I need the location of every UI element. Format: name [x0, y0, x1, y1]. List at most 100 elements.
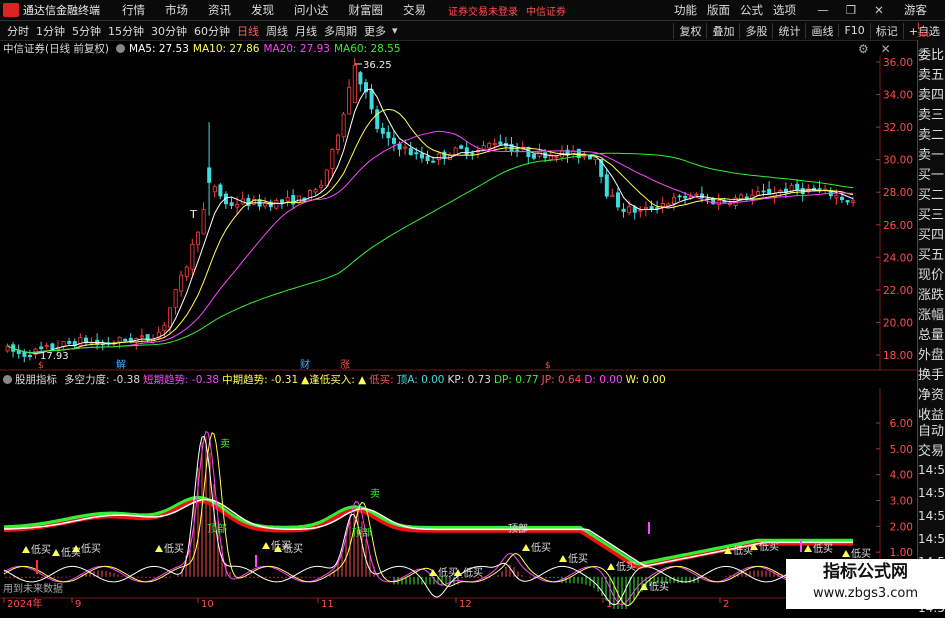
indicator-time-1: 14:56: [918, 486, 945, 500]
candle-body: [761, 190, 766, 193]
low-buy-signal: 低买: [164, 542, 184, 555]
red-marker: [36, 560, 38, 574]
candle-body: [655, 207, 660, 210]
candle-body: [632, 206, 637, 213]
candle-body: [324, 169, 329, 187]
side-panel-15: 外盘: [918, 348, 945, 363]
side-panel-13: 涨幅: [918, 308, 945, 323]
candle-body: [274, 200, 279, 209]
low-price-label: 17.93: [40, 351, 69, 362]
buy-triangle: [262, 542, 270, 549]
indicator-tick-label: 1.00: [890, 547, 913, 559]
side-panel-19[interactable]: 自动: [918, 422, 945, 442]
low-buy-signal: 低买: [81, 542, 101, 555]
candle-body: [369, 89, 374, 110]
side-panel-3: 卖三: [918, 108, 945, 123]
date-tick-label: 10: [201, 599, 214, 609]
future-data-note: 用到未来数据: [3, 582, 63, 595]
candle-body: [481, 145, 486, 150]
candle-body: [795, 183, 800, 190]
ma60-line: [7, 152, 854, 354]
side-panel-20[interactable]: 交易: [918, 442, 945, 462]
low-buy-signal: 低买: [438, 566, 458, 579]
candle-body: [319, 184, 324, 188]
candle-body: [470, 152, 475, 155]
buy-triangle: [842, 550, 850, 557]
candle-body: [207, 167, 212, 183]
price-tick-label: 32.00: [883, 122, 913, 134]
low-buy-signal: 低买: [733, 544, 753, 557]
jie-marker: 解: [116, 358, 126, 371]
ma20-line: [7, 130, 854, 354]
ma5-line: [7, 88, 854, 354]
candle-body: [50, 343, 55, 350]
price-tick-label: 28.00: [883, 187, 913, 199]
kline-chart[interactable]: 36.0034.0032.0030.0028.0026.0024.0022.00…: [0, 0, 917, 609]
low-buy-signal: 低买: [813, 542, 833, 555]
candle-body: [610, 194, 615, 198]
low-buy-signal: 低买: [616, 560, 636, 573]
candle-body: [279, 199, 284, 203]
buy-triangle: [804, 545, 812, 552]
candle-body: [408, 148, 413, 156]
buy-triangle: [640, 583, 648, 590]
candle-body: [352, 64, 357, 104]
candle-body: [67, 341, 72, 344]
low-buy-signal: 低买: [463, 566, 483, 579]
candle-body: [677, 195, 682, 198]
candle-body: [431, 160, 436, 163]
side-panel-17: 净资: [918, 388, 945, 403]
candle-body: [397, 143, 402, 150]
low-buy-signal: 低买: [649, 580, 669, 593]
magenta-marker: [648, 522, 650, 534]
buy-triangle: [155, 545, 163, 552]
low-buy-signal: 低买: [531, 541, 551, 554]
stock-code-badge: L 300: [917, 23, 930, 40]
buy-triangle: [607, 563, 615, 570]
price-tick-label: 36.00: [883, 57, 913, 69]
candle-body: [604, 174, 609, 197]
t-marker: T: [189, 208, 197, 221]
date-tick-label: 12: [459, 599, 472, 609]
ma10-line: [7, 108, 854, 354]
candle-body: [218, 184, 223, 197]
side-panel-16: 换手: [918, 368, 945, 383]
price-tick-label: 24.00: [883, 252, 913, 264]
high-price-label: 36.25: [363, 60, 392, 71]
indicator-tick-label: 2.00: [890, 521, 913, 533]
candle-body: [167, 307, 172, 328]
candle-body: [335, 134, 340, 150]
dollar-marker-1: $: [38, 361, 44, 371]
candle-body: [391, 137, 396, 144]
sell-signal-2: 卖: [370, 488, 380, 500]
candle-body: [498, 141, 503, 145]
candle-body: [464, 147, 469, 155]
price-tick-label: 26.00: [883, 220, 913, 232]
side-panel-0: 委比: [918, 48, 945, 63]
buy-triangle: [429, 569, 437, 576]
candle-body: [229, 202, 234, 206]
candle-body: [22, 351, 27, 357]
candle-body: [27, 355, 32, 357]
candle-body: [39, 346, 44, 350]
candle-body: [554, 156, 559, 159]
candle-body: [403, 146, 408, 149]
side-panel-2: 卖四: [918, 88, 945, 103]
candle-body: [672, 197, 677, 204]
candle-body: [201, 209, 206, 235]
top-signal-3: 顶部: [508, 522, 528, 535]
indicator-time-0: 14:56: [918, 463, 945, 477]
candle-body: [453, 147, 458, 155]
candle-body: [800, 188, 805, 194]
date-tick-label: 2024年: [7, 597, 42, 609]
top-signal-2: 顶部: [352, 526, 372, 539]
candle-body: [212, 186, 217, 193]
side-panel-10: 买五: [918, 248, 945, 263]
indicator-time-3: 14:56: [918, 532, 945, 546]
candle-body: [683, 195, 688, 199]
low-buy-signal: 低买: [61, 546, 81, 559]
candle-body: [386, 131, 391, 139]
candle-body: [492, 143, 497, 146]
price-tick-label: 30.00: [883, 155, 913, 167]
candle-body: [313, 189, 318, 193]
